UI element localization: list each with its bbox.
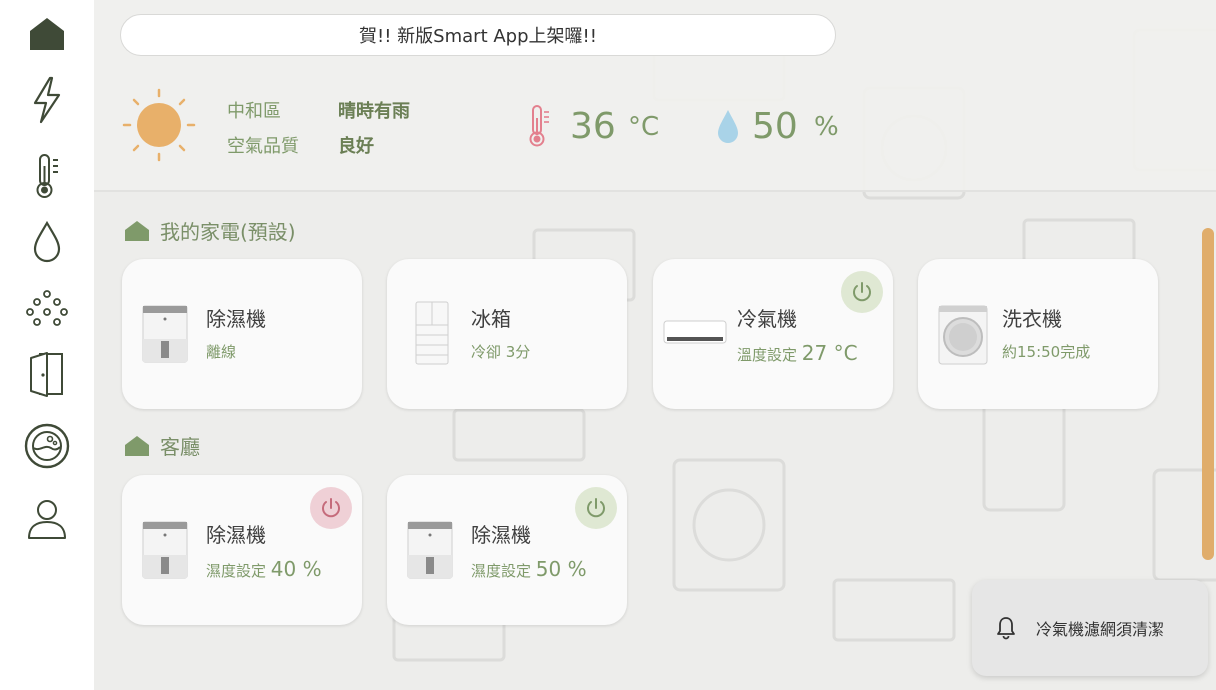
announcement-banner[interactable]: 賀!! 新版Smart App上架囉!! [120, 14, 836, 56]
device-status: 濕度設定 40 % [206, 557, 322, 581]
status-value: 27 °C [801, 341, 858, 365]
bell-icon [997, 617, 1015, 640]
notification-text: 冷氣機濾網須清潔 [1036, 620, 1165, 639]
device-name: 除濕機 [206, 307, 266, 331]
section-title-text: 我的家電(預設) [160, 220, 296, 244]
air-conditioner-icon [663, 320, 727, 344]
power-button[interactable] [841, 271, 883, 313]
temperature-unit: °C [628, 112, 660, 142]
sidebar-item-profile[interactable] [0, 490, 94, 546]
notification-toast[interactable]: 冷氣機濾網須清潔 [972, 580, 1208, 676]
status-prefix: 濕度設定 [471, 562, 532, 580]
device-card-washing-machine[interactable]: 洗衣機 約15:50完成 [918, 259, 1158, 409]
sidebar-item-laundry[interactable] [0, 418, 94, 474]
door-icon [30, 352, 63, 397]
sidebar-item-temperature[interactable] [0, 148, 94, 204]
air-quality-value: 良好 [338, 136, 374, 157]
thermometer-icon [529, 105, 549, 147]
power-icon [322, 498, 340, 518]
sidebar-item-humidity[interactable] [0, 214, 94, 270]
announcement-text: 賀!! 新版Smart App上架囉!! [359, 26, 597, 47]
device-status: 冷卻 3分 [471, 343, 531, 361]
power-icon [853, 282, 871, 302]
sun-icon [122, 88, 196, 162]
fridge-icon [415, 301, 449, 365]
humidity-unit: % [814, 112, 839, 142]
power-icon [587, 498, 605, 518]
device-name: 冷氣機 [737, 307, 797, 331]
status-prefix: 溫度設定 [737, 346, 798, 364]
status-prefix: 濕度設定 [206, 562, 267, 580]
power-button[interactable] [575, 487, 617, 529]
power-button[interactable] [310, 487, 352, 529]
home-icon [30, 18, 64, 50]
lightning-icon [33, 76, 61, 124]
water-drop-icon [33, 220, 61, 263]
sidebar-item-home[interactable] [0, 6, 94, 62]
device-name: 除濕機 [206, 523, 266, 547]
status-value: 40 % [270, 557, 322, 581]
user-icon [28, 500, 66, 539]
home-icon [125, 220, 149, 241]
device-status: 離線 [206, 343, 237, 361]
device-status: 濕度設定 50 % [471, 557, 587, 581]
humidity-value: 50 [752, 106, 798, 147]
dots-grid-icon [26, 290, 68, 326]
device-card-air-conditioner[interactable]: 冷氣機 溫度設定 27 °C [653, 259, 893, 409]
weather-condition: 晴時有雨 [338, 101, 410, 122]
washing-machine-icon [938, 305, 988, 365]
dehumidifier-icon [142, 521, 188, 579]
device-name: 洗衣機 [1002, 307, 1062, 331]
sidebar-item-air[interactable] [0, 280, 94, 336]
section-title-default: 我的家電(預設) [124, 216, 296, 245]
device-name: 除濕機 [471, 523, 531, 547]
temperature-value: 36 [570, 106, 616, 147]
device-status: 約15:50完成 [1002, 343, 1091, 361]
thermometer-icon [36, 154, 58, 198]
sidebar-item-door[interactable] [0, 346, 94, 402]
device-name: 冰箱 [471, 307, 511, 331]
device-card-dehumidifier[interactable]: 除濕機 濕度設定 40 % [122, 475, 362, 625]
scrollbar[interactable] [1202, 228, 1214, 560]
section-title-living-room: 客廳 [124, 431, 200, 460]
sidebar [0, 0, 94, 690]
device-status: 溫度設定 27 °C [737, 341, 858, 365]
status-value: 50 % [535, 557, 587, 581]
home-icon [125, 435, 149, 456]
section-title-text: 客廳 [160, 435, 200, 459]
air-quality-label: 空氣品質 [227, 136, 299, 157]
device-card-fridge[interactable]: 冰箱 冷卻 3分 [387, 259, 627, 409]
dehumidifier-icon [142, 305, 188, 363]
washer-icon [24, 423, 70, 469]
dehumidifier-icon [407, 521, 453, 579]
device-card-dehumidifier[interactable]: 除濕機 濕度設定 50 % [387, 475, 627, 625]
device-card-dehumidifier[interactable]: 除濕機 離線 [122, 259, 362, 409]
district-label: 中和區 [227, 101, 281, 122]
sidebar-item-energy[interactable] [0, 72, 94, 128]
water-drop-icon [718, 110, 738, 143]
